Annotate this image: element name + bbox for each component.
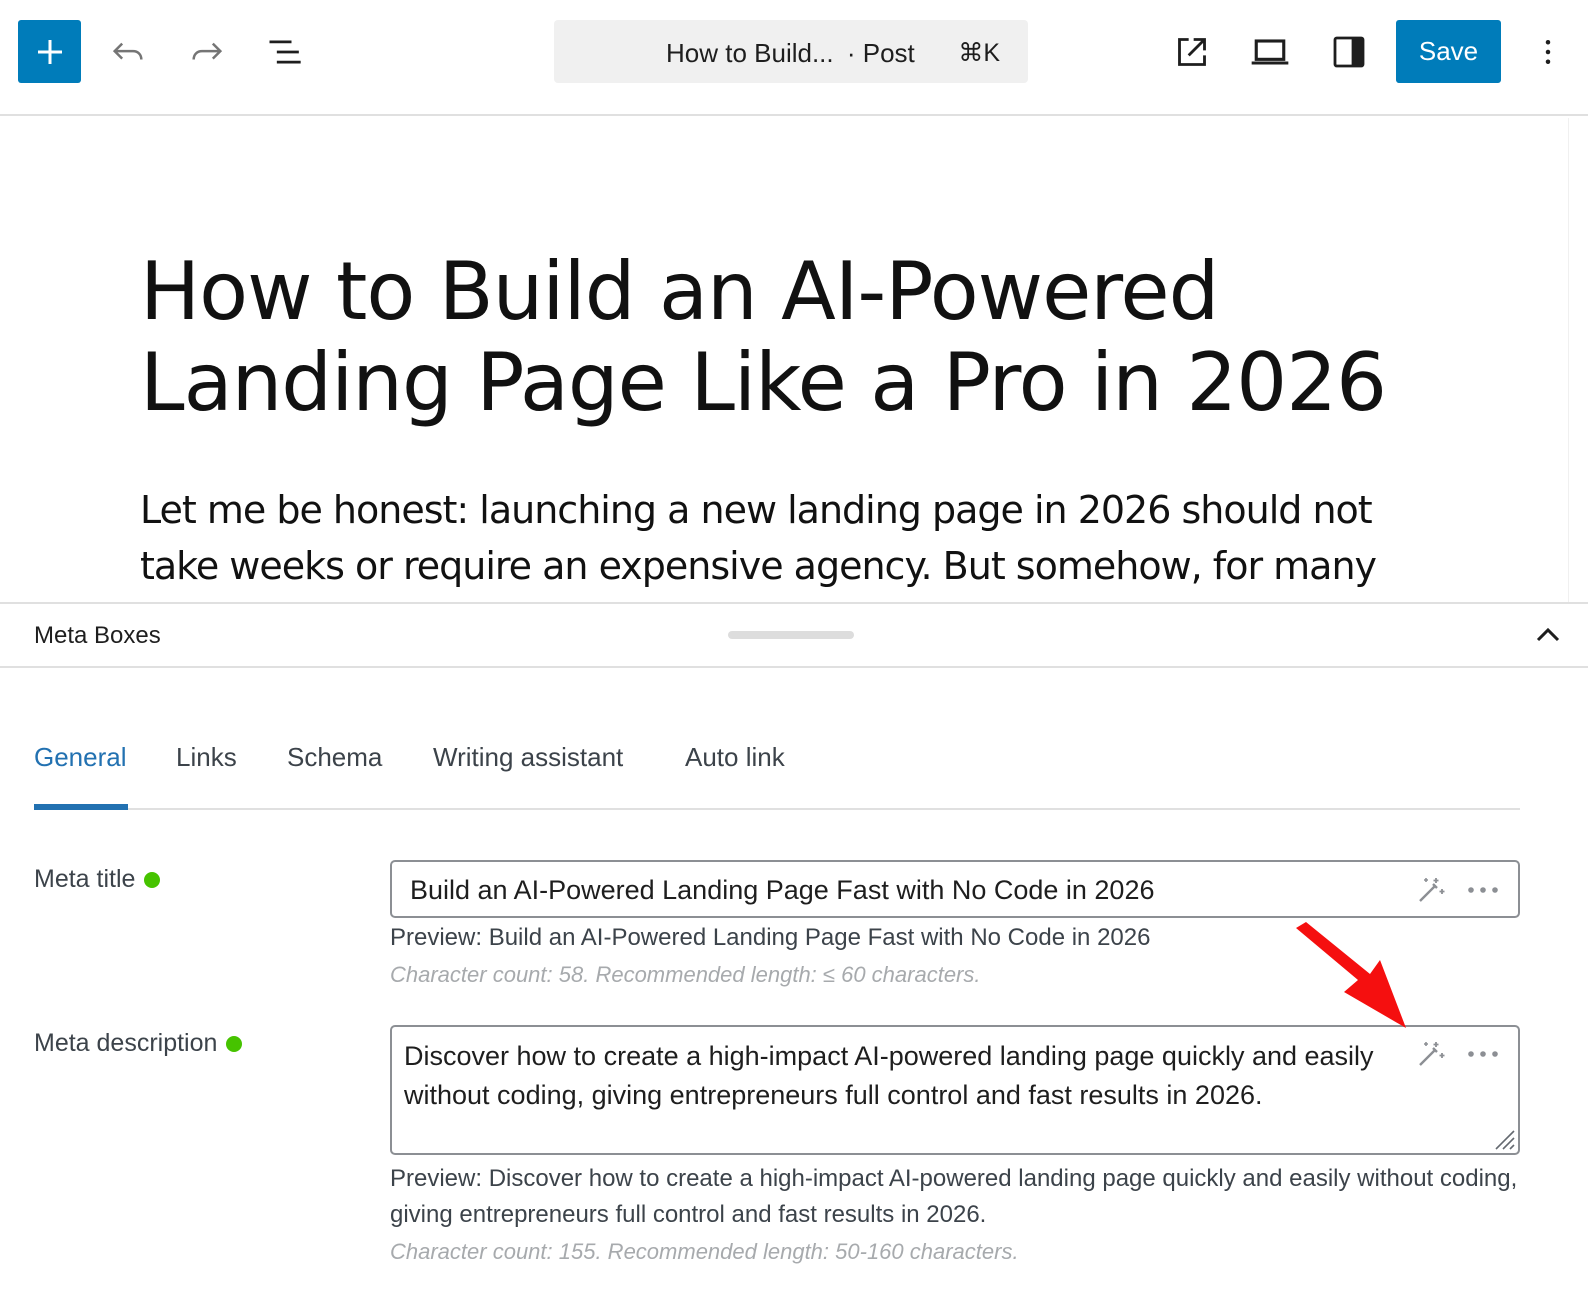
tab-schema[interactable]: Schema (287, 742, 382, 773)
laptop-icon (1251, 39, 1289, 65)
vertical-ellipsis-icon (1545, 40, 1551, 64)
horizontal-ellipsis-icon[interactable] (1466, 875, 1500, 905)
meta-title-char-count: Character count: 58. Recommended length:… (390, 962, 981, 987)
resize-drag-handle[interactable] (728, 631, 854, 639)
add-block-button[interactable] (18, 20, 81, 83)
meta-description-char-count: Character count: 155. Recommended length… (390, 1239, 1019, 1264)
save-button[interactable]: Save (1396, 20, 1501, 83)
chevron-up-icon (1536, 627, 1560, 642)
tab-links[interactable]: Links (176, 742, 237, 773)
undo-button[interactable] (104, 28, 152, 76)
meta-boxes-title: Meta Boxes (34, 622, 161, 649)
meta-title-value: Build an AI-Powered Landing Page Fast wi… (410, 875, 1155, 905)
external-link-icon (1178, 38, 1206, 66)
collapse-meta-boxes-button[interactable] (1532, 620, 1564, 652)
meta-description-status-dot (226, 1035, 243, 1052)
sidebar-icon (1333, 36, 1365, 68)
canvas-scrollbar[interactable] (1568, 118, 1588, 602)
tab-auto-link[interactable]: Auto link (685, 742, 785, 773)
device-preview-button[interactable] (1246, 28, 1294, 76)
tab-writing-assistant[interactable]: Writing assistant (433, 742, 623, 773)
document-type: · Post (846, 38, 915, 68)
meta-title-status-dot (144, 871, 161, 888)
settings-sidebar-button[interactable] (1325, 28, 1373, 76)
command-shortcut: ⌘K (958, 39, 1000, 67)
tab-general[interactable]: General (34, 742, 127, 773)
red-arrow-icon (1296, 922, 1406, 1028)
command-palette-bar[interactable]: How to Build... · Post ⌘K (554, 20, 1028, 83)
post-title[interactable]: How to Build an AI-Powered Landing Page … (140, 246, 1390, 428)
document-title: How to Build... · Post (666, 38, 915, 68)
more-options-button[interactable] (1528, 28, 1568, 76)
magic-wand-icon[interactable] (1416, 1039, 1446, 1069)
post-paragraph[interactable]: Let me be honest: launching a new landin… (140, 482, 1460, 594)
editor-toolbar: How to Build... · Post ⌘K Save (0, 0, 1588, 116)
redo-button[interactable] (183, 28, 231, 76)
seo-tabs: General Links Schema Writing assistant A… (34, 728, 1520, 810)
meta-description-value: Discover how to create a high-impact AI-… (404, 1041, 1374, 1110)
active-tab-indicator (34, 804, 128, 810)
meta-title-input[interactable]: Build an AI-Powered Landing Page Fast wi… (390, 860, 1520, 918)
magic-wand-icon[interactable] (1416, 875, 1446, 905)
meta-description-label: Meta description (34, 1029, 243, 1058)
resize-grip-icon[interactable] (1490, 1125, 1516, 1151)
view-post-button[interactable] (1168, 28, 1216, 76)
list-view-button[interactable] (262, 28, 310, 76)
horizontal-ellipsis-icon[interactable] (1466, 1039, 1500, 1069)
editor-canvas: How to Build an AI-Powered Landing Page … (0, 118, 1568, 602)
meta-title-label: Meta title (34, 865, 161, 894)
undo-icon (112, 42, 143, 60)
meta-boxes-header[interactable]: Meta Boxes (0, 602, 1588, 668)
redo-icon (192, 42, 223, 60)
meta-description-preview: Preview: Discover how to create a high-i… (390, 1165, 1518, 1228)
list-view-icon (269, 40, 301, 64)
meta-description-textarea[interactable]: Discover how to create a high-impact AI-… (390, 1025, 1520, 1155)
plus-icon (37, 39, 62, 64)
